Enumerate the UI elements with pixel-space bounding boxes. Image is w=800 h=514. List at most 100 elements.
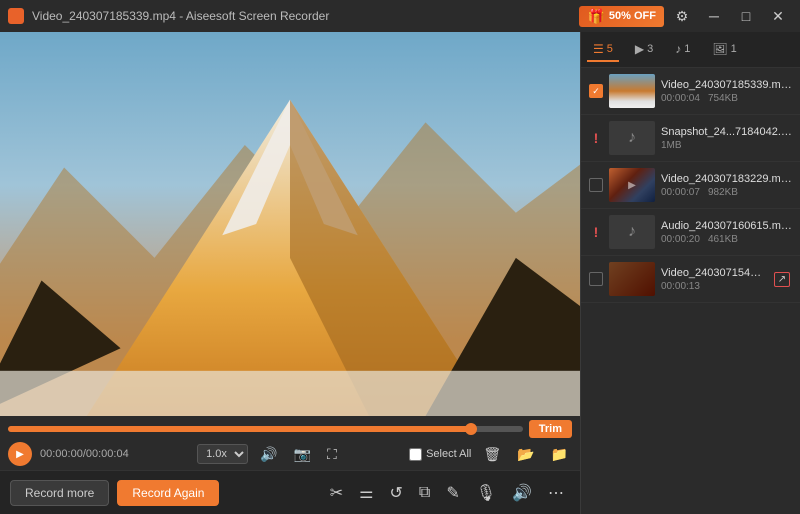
tab-video-count: 3 [647, 43, 653, 55]
settings-button[interactable]: ⚙ [668, 5, 696, 27]
folder-open-button[interactable]: 📂 [513, 444, 538, 465]
file-checkbox[interactable] [589, 178, 603, 192]
file-thumbnail [609, 74, 655, 108]
bottom-tools: ✂ ⚌ ↺ ⧉ ✎ 🎙 🔊 ⋯ [324, 479, 570, 507]
tab-all-count: 5 [607, 43, 613, 55]
file-info: Audio_240307160615.mp3 00:00:20 461KB [661, 220, 792, 245]
volume-button[interactable]: 🔊 [256, 444, 281, 465]
edit-tool-button[interactable]: ✎ [440, 479, 465, 507]
file-thumbnail: ♪ [609, 121, 655, 155]
cut-tool-button[interactable]: ✂ [324, 479, 349, 507]
fullscreen-button[interactable]: ⛶ [323, 444, 341, 465]
tab-image-count: 1 [731, 43, 737, 55]
file-info: Snapshot_24...7184042.png 1MB [661, 126, 792, 151]
app-logo [8, 8, 24, 24]
tab-audio-count: 1 [684, 43, 690, 55]
trim-tool-button[interactable]: ⚌ [353, 479, 379, 507]
timeline-fill [8, 426, 471, 432]
file-name: Video_240307154314.mp4 [661, 267, 766, 279]
record-more-button[interactable]: Record more [10, 480, 109, 506]
playback-row: ▶ 00:00:00/00:00:04 1.0x 0.5x 1.5x 2.0x … [8, 442, 572, 466]
play-button[interactable]: ▶ [8, 442, 32, 466]
video-icon: ▶ [635, 42, 644, 56]
file-thumbnail [609, 262, 655, 296]
file-size: 461KB [708, 234, 738, 245]
file-size: 982KB [708, 187, 738, 198]
file-meta: 00:00:20 461KB [661, 234, 792, 245]
timeline-row: Trim [8, 420, 572, 438]
time-display: 00:00:00/00:00:04 [40, 448, 129, 460]
record-again-button[interactable]: Record Again [117, 480, 219, 506]
list-item[interactable]: ✓ Video_240307185339.mp4 00:00:04 754KB [581, 68, 800, 115]
promo-text: 50% OFF [609, 10, 656, 22]
right-panel: ☰ 5 ▶ 3 ♪ 1 🖼 1 ✓ [580, 32, 800, 514]
rotate-tool-button[interactable]: ↺ [384, 479, 409, 507]
list-item[interactable]: ! ♪ Snapshot_24...7184042.png 1MB [581, 115, 800, 162]
select-all-label: Select All [426, 448, 471, 460]
time-total: 00:00:04 [86, 448, 129, 460]
more-tool-button[interactable]: ⋯ [542, 479, 570, 507]
audio-icon: ♪ [675, 42, 681, 56]
file-thumbnail: ▶ [609, 168, 655, 202]
file-thumbnail: ♪ [609, 215, 655, 249]
file-error-icon: ! [589, 225, 603, 239]
list-icon: ☰ [593, 42, 604, 56]
delete-button[interactable]: 🗑 [479, 444, 505, 465]
file-info: Video_240307183229.mp4 00:00:07 982KB [661, 173, 792, 198]
minimize-button[interactable]: ─ [700, 5, 728, 27]
file-duration: 00:00:07 [661, 187, 700, 198]
file-meta: 1MB [661, 140, 792, 151]
tab-all[interactable]: ☰ 5 [587, 38, 619, 62]
file-meta: 00:00:13 [661, 281, 766, 292]
close-button[interactable]: ✕ [764, 5, 792, 27]
file-name: Audio_240307160615.mp3 [661, 220, 792, 232]
copy-tool-button[interactable]: ⧉ [413, 480, 436, 506]
file-checkbox[interactable]: ✓ [589, 84, 603, 98]
titlebar: Video_240307185339.mp4 - Aiseesoft Scree… [0, 0, 800, 32]
list-item[interactable]: ▶ Video_240307183229.mp4 00:00:07 982KB [581, 162, 800, 209]
file-name: Video_240307183229.mp4 [661, 173, 792, 185]
folder-button[interactable]: 📁 [547, 444, 572, 465]
list-item[interactable]: ! ♪ Audio_240307160615.mp3 00:00:20 461K… [581, 209, 800, 256]
window-title: Video_240307185339.mp4 - Aiseesoft Scree… [32, 9, 329, 23]
audio-tool-button[interactable]: 🎙 [470, 479, 502, 507]
trim-button[interactable]: Trim [529, 420, 572, 438]
timeline-thumb[interactable] [465, 423, 477, 435]
list-item[interactable]: Video_240307154314.mp4 00:00:13 ↗ [581, 256, 800, 303]
video-preview [0, 32, 580, 416]
left-panel: Trim ▶ 00:00:00/00:00:04 1.0x 0.5x 1.5x … [0, 32, 580, 514]
file-meta: 00:00:07 982KB [661, 187, 792, 198]
file-name: Video_240307185339.mp4 [661, 79, 792, 91]
file-name: Snapshot_24...7184042.png [661, 126, 792, 138]
gift-icon: 🎁 [587, 8, 604, 25]
camera-button[interactable]: 📷 [290, 444, 315, 465]
file-duration: 00:00:04 [661, 93, 700, 104]
main-area: Trim ▶ 00:00:00/00:00:04 1.0x 0.5x 1.5x … [0, 32, 800, 514]
select-all-area: Select All [409, 448, 471, 461]
tab-image[interactable]: 🖼 1 [706, 38, 742, 62]
select-all-checkbox[interactable] [409, 448, 422, 461]
file-error-icon: ! [589, 131, 603, 145]
share-action-button[interactable]: ↗ [772, 269, 792, 289]
time-current: 00:00:00 [40, 448, 83, 460]
tab-video[interactable]: ▶ 3 [629, 38, 659, 62]
file-duration: 00:00:13 [661, 281, 700, 292]
file-meta: 00:00:04 754KB [661, 93, 792, 104]
bottom-bar: Record more Record Again ✂ ⚌ ↺ ⧉ ✎ 🎙 🔊 ⋯ [0, 470, 580, 514]
volume-tool-button[interactable]: 🔊 [506, 479, 538, 507]
speed-select[interactable]: 1.0x 0.5x 1.5x 2.0x [197, 444, 248, 464]
file-duration: 00:00:20 [661, 234, 700, 245]
file-checkbox[interactable] [589, 272, 603, 286]
file-size: 1MB [661, 140, 682, 151]
share-icon: ↗ [774, 272, 790, 287]
controls-bar: Trim ▶ 00:00:00/00:00:04 1.0x 0.5x 1.5x … [0, 416, 580, 470]
restore-button[interactable]: □ [732, 5, 760, 27]
titlebar-right: 🎁 50% OFF ⚙ ─ □ ✕ [579, 5, 792, 27]
promo-badge[interactable]: 🎁 50% OFF [579, 6, 664, 27]
file-info: Video_240307154314.mp4 00:00:13 [661, 267, 766, 292]
file-size: 754KB [708, 93, 738, 104]
tabs-row: ☰ 5 ▶ 3 ♪ 1 🖼 1 [581, 32, 800, 68]
tab-audio[interactable]: ♪ 1 [669, 38, 696, 62]
image-icon: 🖼 [712, 42, 727, 56]
timeline-track[interactable] [8, 426, 523, 432]
